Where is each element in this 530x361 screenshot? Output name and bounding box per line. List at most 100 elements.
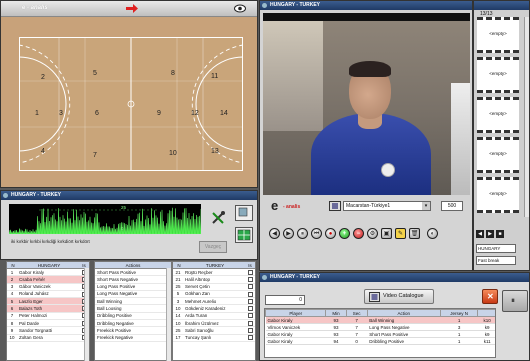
col-n: N [11, 263, 15, 268]
eye-icon[interactable] [234, 4, 246, 13]
player-number: 25 [175, 327, 181, 333]
rewind-icon[interactable]: ◀ [269, 228, 280, 239]
action-label: Ball Winning [97, 298, 123, 304]
prev-icon[interactable]: ◀ [476, 230, 484, 238]
graph-panel: HUNGARY - TURKEY 25 0 iki kırkbir kırkbi… [0, 190, 258, 260]
column-header[interactable]: Sec [345, 309, 368, 317]
grid-icon[interactable] [235, 227, 253, 243]
action-item[interactable]: Freekick Negative [95, 335, 171, 342]
clip-scrollbar[interactable] [524, 17, 529, 217]
table-cell: k9 [477, 323, 495, 331]
next-icon[interactable]: ▶ [486, 230, 494, 238]
record-icon[interactable]: ● [325, 228, 336, 239]
player-checkbox[interactable] [248, 298, 253, 304]
col-n: N [177, 263, 181, 268]
zone-label: 2 [41, 74, 45, 81]
player-name: Rüştü Reçber [185, 269, 213, 275]
column-header[interactable]: Jersey N [439, 309, 479, 317]
column-header[interactable]: Player [265, 309, 327, 317]
player-name: Balazs Toth [19, 305, 43, 311]
player-number: 1 [10, 269, 14, 275]
clip-icon[interactable]: ▣ [381, 228, 392, 239]
event-search-input[interactable]: 0 [265, 295, 305, 305]
match-select-value: Macarstan-Türkiye1 [346, 203, 391, 209]
player-number: 10 [175, 305, 181, 311]
remove-icon[interactable]: − [353, 228, 364, 239]
player-checkbox[interactable] [248, 335, 253, 341]
player-checkbox[interactable] [248, 291, 253, 297]
column-header[interactable] [477, 309, 495, 317]
video-toolbar: e - analis Macarstan-Türkiye1 ▾ 500 [263, 198, 470, 215]
column-header[interactable]: Min [325, 309, 347, 317]
table-cell: 7 [346, 316, 368, 324]
settings-icon[interactable]: ⚙ [367, 228, 378, 239]
clip-slot[interactable]: <empty> [477, 177, 519, 213]
player-name: Gabor Kiraly [19, 269, 45, 275]
player-number: 21 [175, 276, 181, 282]
player-checkbox[interactable] [248, 328, 253, 334]
zoom-icon[interactable] [235, 205, 253, 221]
speed-input[interactable]: 500 [441, 201, 463, 211]
player-number: 8 [10, 320, 14, 326]
clip-slot[interactable]: <empty> [477, 137, 519, 173]
player-checkbox[interactable] [248, 269, 253, 275]
player-name: Roland Juhász [19, 291, 49, 297]
add-icon[interactable]: + [339, 228, 350, 239]
table-row[interactable]: Vilmos Vaniczek 93 7 Long Pass Negative 3 k9 [265, 323, 495, 331]
table-row[interactable]: Gabor Kiraly 94 0 Dribbling Positive 1 k11 [265, 337, 495, 345]
volume-icon[interactable]: ◐ [427, 228, 438, 239]
close-button[interactable]: ✕ [482, 289, 498, 304]
match-select[interactable]: Macarstan-Türkiye1 ▾ [343, 201, 431, 211]
video-frame[interactable] [263, 13, 470, 195]
clip-slot[interactable]: <empty> [477, 57, 519, 93]
player-checkbox[interactable] [248, 313, 253, 319]
player-name: Gökdeniz Karadeniz [185, 305, 226, 311]
clip-slot[interactable]: <empty> [477, 17, 519, 53]
zone-label: 3 [59, 110, 63, 117]
player-row[interactable]: 10 Zoltan Gera [7, 335, 89, 342]
team-select[interactable]: HUNGARY [476, 244, 516, 253]
trash-icon[interactable]: 🗑 [409, 228, 420, 239]
player-checkbox[interactable] [248, 306, 253, 312]
phase-select[interactable]: Fast break [476, 256, 516, 265]
step-back-icon[interactable]: ⏮ [311, 228, 322, 239]
handball-court[interactable]: 1 2 3 4 5 6 7 8 9 10 11 12 13 14 [19, 37, 243, 171]
play-icon[interactable]: ▶ [283, 228, 294, 239]
table-cell: 93 [325, 330, 347, 338]
player-row[interactable]: 17 Tuncay Şanlı [173, 335, 255, 342]
table-cell: Gabor Kiraly [265, 330, 326, 338]
player-number: 3 [10, 284, 14, 290]
player-name: Zoltan Gera [19, 335, 43, 341]
home-list-scrollbar[interactable] [84, 268, 89, 361]
tools-icon[interactable] [211, 211, 227, 225]
chevron-down-icon[interactable]: ▾ [422, 202, 430, 210]
table-row[interactable]: Gabor Kiraly 93 7 Ball Winning 1 k10 [265, 316, 495, 324]
film-icon[interactable] [329, 201, 341, 211]
zone-label: 10 [169, 150, 177, 157]
pause-icon[interactable]: ⏸ [297, 228, 308, 239]
arrow-right-icon[interactable] [125, 3, 139, 14]
actions-scrollbar[interactable] [166, 268, 171, 361]
player-checkbox[interactable] [248, 284, 253, 290]
marker-icon[interactable]: ✎ [395, 228, 406, 239]
video-catalogue-button[interactable]: Video Catalogue [364, 289, 434, 304]
player-checkbox[interactable] [248, 276, 253, 282]
table-cell: 7 [346, 323, 368, 331]
column-header[interactable]: Action [366, 309, 441, 317]
clip-slot[interactable]: <empty> [477, 97, 519, 133]
cancel-button[interactable]: Vazgeç [199, 241, 227, 253]
player-name: Servet Çetin [185, 284, 210, 290]
action-label: Long Pass Positive [97, 284, 136, 290]
player-checkbox[interactable] [248, 320, 253, 326]
table-cell: 93 [325, 323, 347, 331]
player-name: Sabri Sarıoğlu [185, 327, 214, 333]
table-row[interactable]: Gabor Kiraly 93 7 Short Pass Positive 1 k9 [265, 330, 495, 338]
zone-label: 1 [35, 110, 39, 117]
col-team: HUNGARY [37, 263, 61, 268]
clip-slots: <empty> <empty> <empty> <empty> <empty> [474, 17, 523, 217]
clip-strip-panel: 13/13 <empty> <empty> <empty> <empty> <e… [473, 0, 530, 271]
events-titlebar: HUNGARY - TURKEY [260, 273, 529, 282]
activity-graph: 25 0 [8, 204, 203, 235]
ok-icon[interactable]: ■ [496, 230, 504, 238]
side-pause-button[interactable]: ⏸ [502, 290, 528, 312]
